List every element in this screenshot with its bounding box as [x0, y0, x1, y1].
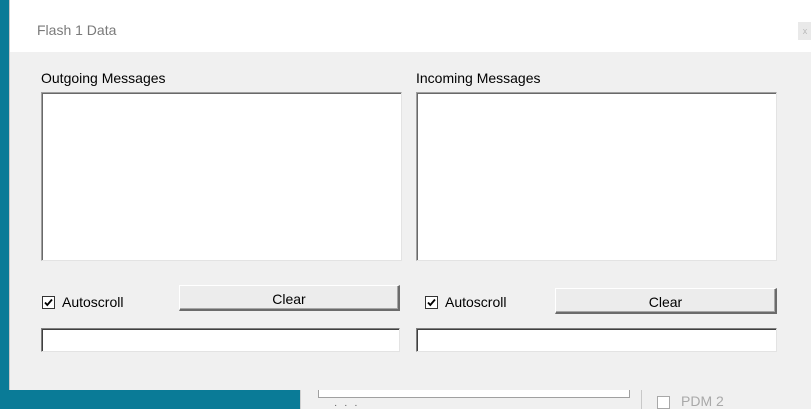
incoming-clear-button[interactable]: Clear [555, 288, 777, 314]
checkmark-icon [44, 298, 53, 306]
incoming-message-input[interactable] [416, 328, 777, 352]
incoming-messages-box[interactable] [416, 92, 777, 261]
incoming-autoscroll-checkbox[interactable] [425, 295, 438, 309]
window-title: Flash 1 Data [37, 22, 117, 38]
outgoing-clear-button[interactable]: Clear [179, 285, 400, 311]
close-button[interactable]: x [798, 22, 811, 40]
outgoing-messages-box[interactable] [41, 92, 402, 261]
screen: · · · PDM 2 Flash 1 Data x Outgoing Mess… [0, 0, 811, 409]
background-pdm2-checkbox[interactable] [657, 396, 670, 409]
checkmark-icon [427, 298, 436, 306]
background-text-field [318, 389, 630, 398]
background-divider [641, 390, 642, 409]
outgoing-autoscroll-option[interactable]: Autoscroll [42, 294, 123, 310]
outgoing-autoscroll-label: Autoscroll [62, 294, 124, 310]
incoming-messages-label: Incoming Messages [416, 70, 541, 86]
outgoing-autoscroll-checkbox[interactable] [42, 295, 55, 309]
flash-data-window: Flash 1 Data x Outgoing Messages Autoscr… [9, 0, 811, 390]
background-pdm2-label: PDM 2 [681, 393, 724, 409]
incoming-autoscroll-label: Autoscroll [445, 294, 507, 310]
outgoing-message-input[interactable] [41, 328, 400, 352]
outgoing-messages-label: Outgoing Messages [41, 70, 166, 86]
close-icon: x [802, 26, 808, 36]
background-app-accent-bottom [0, 390, 300, 409]
incoming-autoscroll-option[interactable]: Autoscroll [425, 294, 506, 310]
title-bar[interactable]: Flash 1 Data x [10, 0, 811, 52]
background-ellipsis: · · · [334, 400, 360, 409]
